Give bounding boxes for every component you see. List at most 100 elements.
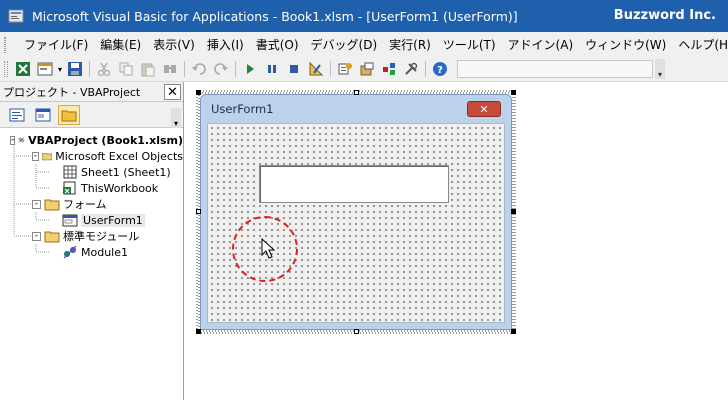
menu-tools[interactable]: ツール(T) (437, 36, 502, 53)
view-object-icon (35, 108, 51, 121)
tree-expander[interactable]: - (32, 151, 39, 161)
project-explorer-button[interactable] (334, 59, 356, 79)
menu-debug[interactable]: デバッグ(D) (305, 36, 384, 53)
standard-toolbar: ▾ ? ▾ (0, 57, 728, 82)
save-button[interactable] (64, 59, 86, 79)
userform-selection-frame[interactable]: UserForm1 ✕ (196, 90, 516, 334)
find-button[interactable] (159, 59, 181, 79)
vbaproject-icon (18, 137, 25, 143)
resize-handle-n[interactable] (354, 90, 359, 95)
textbox-control[interactable] (259, 165, 449, 203)
module-icon (63, 245, 77, 259)
break-icon (268, 65, 276, 73)
resize-handle-ne[interactable] (511, 90, 516, 95)
project-close-button[interactable]: ✕ (164, 84, 181, 100)
properties-button[interactable] (356, 59, 378, 79)
toolbar-options-dropdown[interactable]: ▾ (655, 59, 665, 79)
userform-title: UserForm1 (211, 102, 274, 116)
run-button[interactable] (239, 59, 261, 79)
toolbar-grip[interactable] (4, 61, 8, 77)
project-toolbar-overflow[interactable]: ▾ (171, 108, 181, 128)
cut-icon (97, 62, 111, 77)
resize-handle-e[interactable] (511, 209, 516, 214)
toolbox-icon (405, 62, 418, 75)
menu-bar: ファイル(F) 編集(E) 表示(V) 挿入(I) 書式(O) デバッグ(D) … (0, 32, 728, 57)
paste-icon (141, 63, 155, 77)
project-explorer-icon (338, 63, 352, 75)
folder-icon (44, 231, 60, 243)
userform-window[interactable]: UserForm1 ✕ (200, 94, 512, 330)
save-icon (68, 62, 82, 76)
view-code-icon (9, 108, 25, 121)
design-mode-button[interactable] (305, 59, 327, 79)
tree-node-forms[interactable]: - フォーム (0, 196, 183, 212)
userform-close-button[interactable]: ✕ (467, 101, 501, 117)
folder-icon (44, 199, 60, 211)
project-explorer: プロジェクト - VBAProject ✕ ▾ - VBAProject (Bo… (0, 82, 184, 400)
find-icon (164, 65, 176, 73)
menubar-grip[interactable] (4, 36, 6, 53)
menu-run[interactable]: 実行(R) (383, 36, 437, 53)
folder-icon (61, 110, 77, 121)
toolbar-separator (235, 61, 236, 77)
brand-label: Buzzword Inc. (613, 8, 716, 23)
tree-node-thisworkbook[interactable]: ThisWorkbook (0, 180, 183, 196)
insert-userform-button[interactable] (34, 59, 56, 79)
object-browser-button[interactable] (378, 59, 400, 79)
toggle-folders-button[interactable] (58, 104, 80, 125)
mouse-cursor-icon (261, 238, 276, 259)
copy-button[interactable] (115, 59, 137, 79)
tree-node-userform1[interactable]: UserForm1 (0, 212, 183, 228)
redo-button[interactable] (210, 59, 232, 79)
tree-expander[interactable]: - (32, 231, 41, 241)
help-button[interactable]: ? (429, 59, 451, 79)
menu-view[interactable]: 表示(V) (147, 36, 201, 53)
tree-expander[interactable]: - (32, 199, 41, 209)
toolbar-position-box (457, 60, 653, 78)
tree-node-sheet1[interactable]: Sheet1 (Sheet1) (0, 164, 183, 180)
toolbox-button[interactable] (400, 59, 422, 79)
userform-titlebar[interactable]: UserForm1 (201, 95, 511, 123)
resize-handle-w[interactable] (196, 209, 201, 214)
menu-help[interactable]: ヘルプ(H) (672, 36, 728, 53)
reset-icon (290, 65, 298, 73)
folder-icon (41, 153, 52, 161)
tree-node-standard-modules[interactable]: - 標準モジュール (0, 228, 183, 244)
menu-file[interactable]: ファイル(F) (18, 36, 94, 53)
view-code-button[interactable] (6, 105, 28, 125)
tree-label: Module1 (81, 245, 128, 259)
break-button[interactable] (261, 59, 283, 79)
object-browser-icon (383, 63, 395, 75)
project-explorer-header: プロジェクト - VBAProject ✕ (0, 82, 183, 102)
undo-icon (192, 63, 206, 75)
workbook-icon (63, 181, 76, 195)
insert-dropdown-button[interactable]: ▾ (56, 59, 64, 79)
menu-addins[interactable]: アドイン(A) (502, 36, 580, 53)
menu-insert[interactable]: 挿入(I) (201, 36, 250, 53)
project-explorer-title: プロジェクト - VBAProject (3, 85, 141, 99)
resize-handle-s[interactable] (354, 329, 359, 334)
tree-node-excel-objects[interactable]: - Microsoft Excel Objects (0, 148, 183, 164)
reset-button[interactable] (283, 59, 305, 79)
menu-format[interactable]: 書式(O) (250, 36, 305, 53)
cut-button[interactable] (93, 59, 115, 79)
resize-handle-se[interactable] (511, 329, 516, 334)
view-excel-button[interactable] (12, 59, 34, 79)
view-object-button[interactable] (32, 105, 54, 125)
undo-button[interactable] (188, 59, 210, 79)
tree-node-module1[interactable]: Module1 (0, 244, 183, 260)
tree-label: VBAProject (Book1.xlsm) (28, 133, 183, 147)
excel-icon (16, 62, 30, 76)
copy-icon (119, 62, 133, 76)
menu-edit[interactable]: 編集(E) (94, 36, 147, 53)
tree-label: Sheet1 (Sheet1) (81, 165, 171, 179)
resize-handle-sw[interactable] (196, 329, 201, 334)
resize-handle-nw[interactable] (196, 90, 201, 95)
tree-node-vbaproject[interactable]: - VBAProject (Book1.xlsm) (0, 132, 183, 148)
properties-icon (360, 62, 374, 76)
svg-text:?: ? (437, 65, 443, 76)
help-icon: ? (433, 62, 447, 76)
menu-window[interactable]: ウィンドウ(W) (579, 36, 672, 53)
tree-expander[interactable]: - (10, 135, 16, 145)
paste-button[interactable] (137, 59, 159, 79)
